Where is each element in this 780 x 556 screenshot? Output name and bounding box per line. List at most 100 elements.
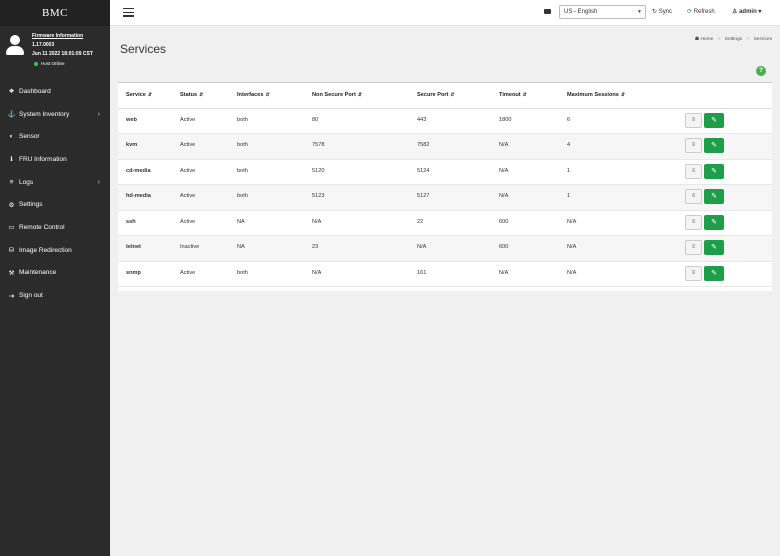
edit-button[interactable]: ✎ [704, 265, 724, 281]
table-cell: 5123 [312, 184, 417, 211]
row-actions: ≡ ✎ [685, 235, 772, 262]
table-cell: Active [180, 159, 237, 185]
language-select[interactable]: US - English ▼ [559, 5, 646, 19]
table-row: telnet Inactive NA 23 N/A 600 N/A ≡ ✎ [118, 235, 772, 262]
sidebar-item-system-inventory[interactable]: ⚓ System Inventory › [0, 103, 110, 126]
table-cell: Active [180, 261, 237, 287]
breadcrumb-settings[interactable]: Settings [725, 37, 742, 42]
table-cell: 22 [417, 210, 499, 236]
sync-button[interactable]: ↻ Sync [652, 8, 672, 15]
sort-icon: ⇵ [357, 92, 363, 99]
sort-icon: ⇵ [522, 92, 527, 99]
refresh-icon: ⟳ [687, 9, 693, 15]
details-button[interactable]: ≡ [685, 214, 702, 230]
table-row: cd-media Active both 5120 5124 N/A 1 ≡ ✎ [118, 159, 772, 185]
table-cell: 5124 [417, 159, 499, 185]
edit-button[interactable]: ✎ [704, 214, 724, 230]
table-cell: N/A [567, 210, 685, 236]
sidebar-item-remote-control[interactable]: ▭ Remote Control [0, 216, 110, 239]
sidebar-item-label: Sign out [19, 292, 43, 300]
user-menu[interactable]: ♙ admin ▾ [732, 8, 761, 15]
table-header-row: Service ⇵ Status ⇵ Interfaces ⇵ Non Secure … [118, 83, 772, 109]
column-header-timeout[interactable]: Timeout ⇵ [499, 83, 567, 109]
sidebar-item-sensor[interactable]: ◐ Sensor [0, 125, 110, 148]
language-select-value: US - English [564, 9, 598, 15]
table-row: ssh Active NA N/A 22 600 N/A ≡ ✎ [118, 210, 772, 236]
sidebar-item-label: Image Redirection [19, 246, 72, 254]
column-header-interfaces[interactable]: Interfaces ⇵ [237, 83, 312, 109]
edit-button[interactable]: ✎ [704, 163, 724, 179]
edit-button[interactable]: ✎ [704, 189, 724, 204]
table-cell: both [237, 184, 312, 211]
sidebar: BMC Firmware Information 1.17.0003 Jun 1… [0, 0, 110, 556]
table-cell: N/A [567, 261, 685, 287]
row-actions: ≡ ✎ [685, 108, 772, 134]
sidebar-item-settings[interactable]: ⚙ Settings [0, 193, 110, 216]
table-cell: kvm [118, 133, 180, 160]
edit-button[interactable]: ✎ [704, 138, 724, 153]
table-cell: 443 [417, 108, 499, 134]
user-icon: ♙ [732, 9, 738, 15]
details-button[interactable]: ≡ [685, 163, 702, 179]
chevron-down-icon: ▼ [637, 9, 642, 15]
column-header-status[interactable]: Status ⇵ [180, 83, 237, 109]
column-header-secure-port[interactable]: Secure Port ⇵ [417, 83, 499, 109]
wrench-icon: ⚒ [8, 269, 15, 277]
edit-button[interactable]: ✎ [704, 112, 724, 128]
menu-toggle-icon[interactable] [123, 8, 134, 17]
row-actions: ≡ ✎ [685, 133, 772, 160]
edit-button[interactable]: ✎ [704, 240, 724, 255]
row-actions: ≡ ✎ [685, 184, 772, 211]
inventory-icon: ⚓ [7, 111, 16, 119]
table-cell: 23 [312, 235, 417, 262]
details-button[interactable]: ≡ [685, 138, 702, 153]
details-button[interactable]: ≡ [685, 240, 702, 255]
sidebar-item-fru-information[interactable]: ℹ FRU Information [0, 148, 110, 171]
row-actions: ≡ ✎ [685, 159, 772, 185]
table-cell: web [118, 108, 180, 134]
column-header-service[interactable]: Service ⇵ [118, 83, 180, 109]
column-header-non-secure-port[interactable]: Non Secure Port ⇵ [312, 83, 417, 109]
firmware-info-link[interactable]: Firmware Information [32, 32, 93, 41]
row-actions: ≡ ✎ [685, 210, 772, 236]
help-icon[interactable]: ? [756, 66, 766, 76]
firmware-date: Jun 11 2022 18:01:09 CST [32, 51, 93, 57]
table-cell: 161 [417, 261, 499, 287]
sensor-icon: ◐ [9, 133, 14, 141]
sidebar-item-image-redirection[interactable]: ⛁ Image Redirection [0, 239, 110, 262]
details-button[interactable]: ≡ [685, 189, 702, 204]
sort-icon: ⇵ [620, 92, 626, 99]
details-button[interactable]: ≡ [685, 112, 702, 128]
table-cell: N/A [499, 159, 567, 185]
table-cell: telnet [118, 235, 180, 262]
table-cell: N/A [417, 235, 499, 262]
breadcrumb: ☗ Home > Settings > Services [694, 37, 772, 42]
breadcrumb-home[interactable]: Home [700, 37, 713, 42]
refresh-button[interactable]: ⟳ Refresh [687, 8, 715, 15]
sidebar-item-sign-out[interactable]: ⇥ Sign out [0, 284, 110, 307]
column-header-actions [685, 83, 772, 109]
sort-icon: ⇵ [265, 92, 270, 99]
breadcrumb-services: Services [753, 37, 772, 42]
mail-icon[interactable] [544, 9, 551, 14]
table-cell: N/A [312, 210, 417, 236]
sidebar-item-label: FRU Information [19, 155, 67, 163]
table-cell: Active [180, 133, 237, 160]
table-cell: 7578 [312, 133, 417, 160]
sidebar-item-maintenance[interactable]: ⚒ Maintenance [0, 262, 110, 285]
drive-icon: ⛁ [8, 247, 15, 255]
table-row: snmp Active both N/A 161 N/A N/A ≡ ✎ [118, 261, 772, 287]
chevron-down-icon: ▾ [758, 9, 762, 15]
column-header-maximum-sessions[interactable]: Maximum Sessions ⇵ [567, 83, 685, 109]
table-cell: N/A [499, 261, 567, 287]
host-status-dot-icon [34, 61, 38, 66]
chevron-right-icon: › [97, 178, 100, 186]
table-cell: snmp [118, 261, 180, 287]
sidebar-item-dashboard[interactable]: ❖ Dashboard [0, 80, 110, 103]
sidebar-item-label: System Inventory [19, 110, 70, 118]
sidebar-item-logs[interactable]: ≡ Logs › [0, 171, 110, 194]
table-cell: both [237, 108, 312, 134]
sidebar-item-label: Dashboard [19, 87, 51, 95]
details-button[interactable]: ≡ [685, 265, 702, 281]
table-cell: 80 [312, 108, 417, 134]
